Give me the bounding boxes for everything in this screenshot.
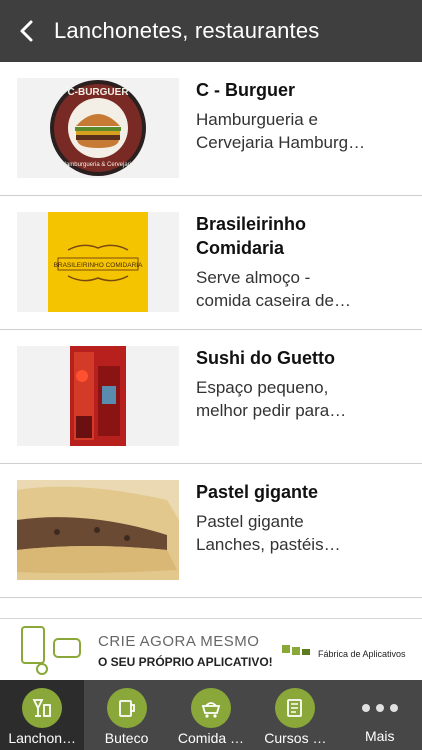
list-item[interactable]: C-BURGUER Hamburgueria & Cervejaria C - … [0, 62, 422, 196]
item-title-line: Brasileirinho [196, 214, 307, 234]
item-desc-line: Hamburgueria e [196, 110, 318, 129]
tab-lanchonetes[interactable]: Lanchon… [0, 680, 85, 750]
item-desc-line: Espaço pequeno, [196, 378, 329, 397]
item-desc-line: Lanches, pastéis… [196, 535, 341, 554]
back-button[interactable] [0, 0, 54, 62]
notebook-icon [275, 688, 316, 728]
brand-logo-icon [282, 645, 310, 655]
restaurant-interior-image [70, 346, 126, 446]
tab-cursos[interactable]: Cursos … [253, 680, 337, 750]
list-item[interactable]: Pastel gigante Pastel gigante Lanches, p… [0, 464, 422, 598]
item-desc-line: Serve almoço - [196, 268, 311, 287]
brasileirinho-logo: BRASILEIRINHO COMIDARIA [17, 212, 179, 312]
logo-text: BRASILEIRINHO COMIDARIA [54, 262, 144, 269]
item-description: Pastel gigante Lanches, pastéis… [196, 510, 406, 556]
tab-label: Comida … [177, 730, 245, 746]
tab-buteco[interactable]: Buteco [84, 680, 168, 750]
food-cart-icon [190, 688, 231, 728]
pastel-image [17, 480, 179, 580]
top-app-bar: Lanchonetes, restaurantes [0, 0, 422, 62]
restaurant-list: C-BURGUER Hamburgueria & Cervejaria C - … [0, 62, 422, 618]
logo-bottom-text: Hamburgueria & Cervejaria [62, 162, 135, 168]
item-description: Serve almoço - comida caseira de… [196, 266, 406, 312]
item-desc-line: Pastel gigante [196, 512, 304, 531]
item-desc-line: comida caseira de… [196, 291, 351, 310]
list-item[interactable]: BRASILEIRINHO COMIDARIA Brasileirinho Co… [0, 196, 422, 330]
tab-comida[interactable]: Comida … [169, 680, 253, 750]
more-dots-icon [361, 696, 398, 720]
page-title: Lanchonetes, restaurantes [54, 18, 320, 43]
sushi-photo [17, 346, 179, 446]
ad-banner[interactable]: CRIE AGORA MESMO O SEU PRÓPRIO APLICATIV… [0, 618, 422, 680]
item-title: Sushi do Guetto [196, 348, 335, 368]
item-title: Brasileirinho Comidaria [196, 212, 406, 260]
item-desc-line: Cervejaria Hamburg… [196, 133, 366, 152]
item-description: Hamburgueria e Cervejaria Hamburg… [196, 108, 406, 154]
item-description: Espaço pequeno, melhor pedir para… [196, 376, 406, 422]
tab-mais[interactable]: Mais [338, 680, 422, 750]
item-title-line: Comidaria [196, 238, 285, 258]
beer-mug-icon [106, 688, 147, 728]
tab-label: Buteco [104, 730, 149, 746]
drinks-icon [22, 688, 63, 728]
ad-headline: CRIE AGORA MESMO [98, 633, 260, 650]
tab-label: Mais [364, 728, 395, 744]
app-builder-icon [21, 626, 81, 675]
item-desc-line: melhor pedir para… [196, 401, 347, 420]
chevron-left-icon [20, 20, 33, 42]
item-title: Pastel gigante [196, 482, 319, 502]
pastel-photo [17, 480, 179, 580]
item-title: C - Burguer [196, 80, 295, 100]
brasileirinho-logo-icon: BRASILEIRINHO COMIDARIA [48, 212, 148, 312]
ad-brand: Fábrica de Aplicativos [318, 649, 406, 659]
logo-top-text: C-BURGUER [67, 87, 129, 98]
burger-logo-icon: C-BURGUER Hamburgueria & Cervejaria [50, 80, 146, 176]
tab-label: Cursos … [264, 730, 327, 746]
bottom-tab-bar: Lanchon… Buteco Comida … Cursos … Mais [0, 680, 422, 750]
c-burguer-logo: C-BURGUER Hamburgueria & Cervejaria [17, 78, 179, 178]
ad-subline: O SEU PRÓPRIO APLICATIVO! [98, 655, 273, 669]
tab-label: Lanchon… [8, 730, 77, 746]
list-item[interactable]: Sushi do Guetto Espaço pequeno, melhor p… [0, 330, 422, 464]
